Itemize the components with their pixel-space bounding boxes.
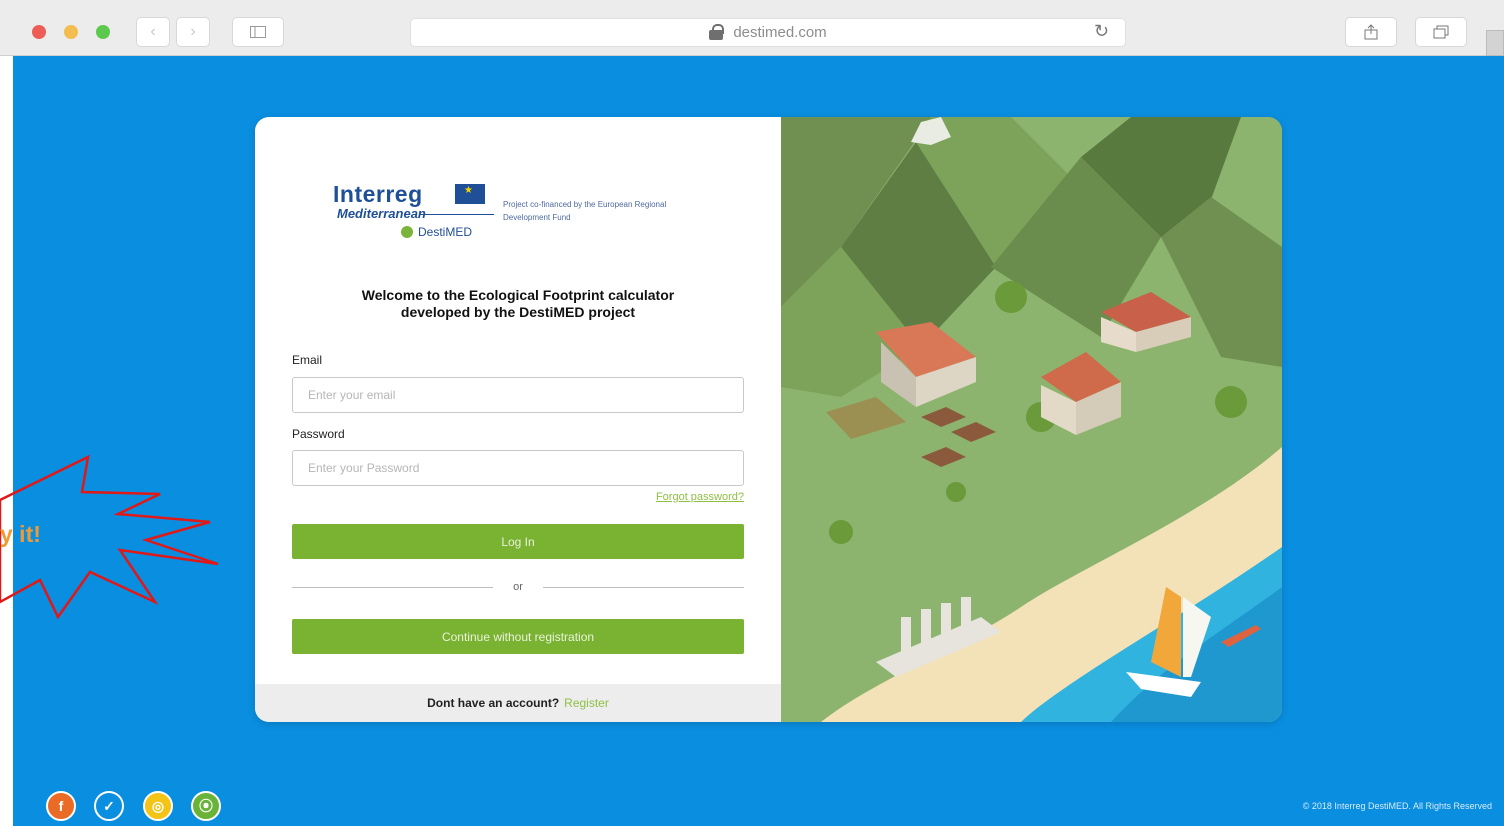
continue-without-registration-button[interactable]: Continue without registration <box>292 619 744 654</box>
email-field[interactable] <box>292 377 744 413</box>
rss-icon[interactable]: ⦿ <box>191 791 221 821</box>
forgot-password-link[interactable]: Forgot password? <box>595 491 744 503</box>
register-footer: Dont have an account? Register <box>255 684 781 722</box>
logo-caption: Project co-financed by the European Regi… <box>503 200 667 222</box>
welcome-line-2: developed by the DestiMED project <box>400 304 636 320</box>
welcome-heading: Welcome to the Ecological Footprint calc… <box>315 287 721 321</box>
forward-button[interactable]: › <box>176 17 210 47</box>
copyright-text: © 2018 Interreg DestiMED. All Rights Res… <box>1302 801 1492 811</box>
or-divider-left <box>292 587 493 588</box>
password-label: Password <box>292 427 345 441</box>
password-field[interactable] <box>292 450 744 486</box>
rss-glyph: ⦿ <box>199 798 213 814</box>
back-button[interactable]: ‹ <box>136 17 170 47</box>
login-card: Interreg Mediterranean DestiMED Project … <box>255 117 1282 722</box>
maximize-window-button[interactable] <box>96 25 110 39</box>
login-button[interactable]: Log In <box>292 524 744 559</box>
logo-interreg-text: Interreg <box>333 181 423 207</box>
sidebar-button[interactable] <box>232 17 284 47</box>
logo-mediterranean-text: Mediterranean <box>337 206 426 221</box>
or-divider-right <box>543 587 744 588</box>
twitter-glyph: ✓ <box>103 797 115 814</box>
back-icon: ‹ <box>150 23 156 40</box>
no-account-text: Dont have an account? <box>427 696 560 710</box>
sidebar-icon <box>250 26 266 38</box>
lock-icon <box>709 23 725 40</box>
login-panel: Interreg Mediterranean DestiMED Project … <box>255 117 781 722</box>
reload-icon[interactable]: ↻ <box>1094 21 1109 42</box>
twitter-icon[interactable]: ✓ <box>94 791 124 821</box>
tabs-button[interactable] <box>1415 17 1467 47</box>
browser-toolbar: ‹ › destimed.com ↻ <box>0 0 1504 56</box>
forward-icon: › <box>190 23 196 40</box>
eu-flag-icon <box>455 184 485 204</box>
page-edge <box>0 56 13 826</box>
minimize-window-button[interactable] <box>64 25 78 39</box>
instagram-glyph: ◎ <box>151 797 165 814</box>
logo-destimed-text: DestiMED <box>401 225 472 239</box>
facebook-icon[interactable]: f <box>46 791 76 821</box>
register-link[interactable]: Register <box>564 696 609 710</box>
close-window-button[interactable] <box>32 25 46 39</box>
url-text: destimed.com <box>733 24 827 41</box>
logo-divider <box>419 214 494 215</box>
landscape-illustration <box>781 117 1282 722</box>
facebook-glyph: f <box>58 798 64 814</box>
tabs-icon <box>1433 25 1449 39</box>
share-button[interactable] <box>1345 17 1397 47</box>
email-label: Email <box>292 353 323 367</box>
interreg-destimed-logo: Interreg Mediterranean DestiMED Project … <box>333 181 673 241</box>
welcome-line-1: Welcome to the Ecological Footprint calc… <box>361 287 675 303</box>
share-icon <box>1364 24 1378 40</box>
scrollbar[interactable] <box>1486 30 1504 56</box>
or-separator: or <box>513 581 523 593</box>
address-bar[interactable]: destimed.com <box>410 18 1126 47</box>
callout-text: y it! <box>0 521 41 547</box>
instagram-icon[interactable]: ◎ <box>143 791 173 821</box>
